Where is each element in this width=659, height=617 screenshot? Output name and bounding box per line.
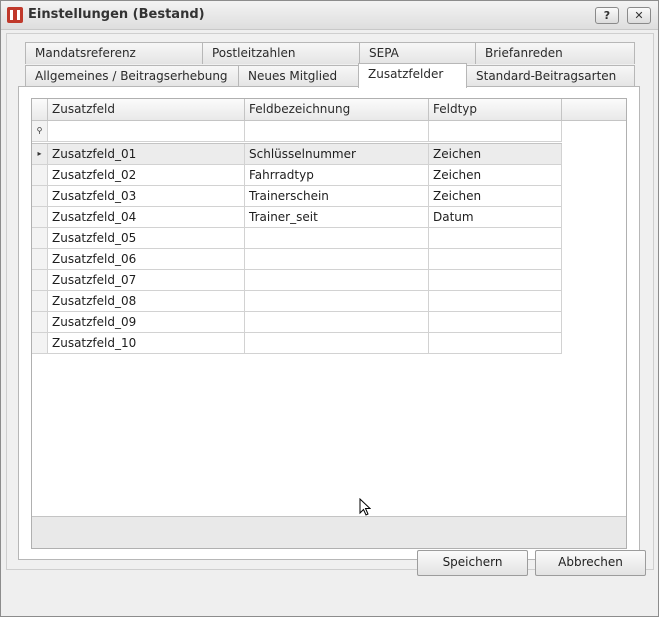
filter-cell-feldtyp[interactable]: [429, 121, 562, 142]
table-row[interactable]: Zusatzfeld_09: [32, 312, 562, 333]
row-indicator[interactable]: [32, 228, 48, 249]
cancel-button[interactable]: Abbrechen: [535, 550, 646, 576]
table-row[interactable]: Zusatzfeld_05: [32, 228, 562, 249]
tab-standard-beitragsarten[interactable]: Standard-Beitragsarten: [466, 65, 635, 87]
row-indicator[interactable]: [32, 291, 48, 312]
cell-feldtyp[interactable]: Datum: [429, 207, 562, 228]
grid-header: Zusatzfeld Feldbezeichnung Feldtyp: [32, 99, 626, 121]
row-indicator[interactable]: [32, 207, 48, 228]
cell-zusatzfeld[interactable]: Zusatzfeld_08: [48, 291, 245, 312]
cell-zusatzfeld[interactable]: Zusatzfeld_05: [48, 228, 245, 249]
header-indicator: [32, 99, 48, 120]
cell-feldtyp[interactable]: [429, 270, 562, 291]
row-indicator[interactable]: [32, 270, 48, 291]
filter-cell-feldbezeichnung[interactable]: [245, 121, 429, 142]
cell-feldbezeichnung[interactable]: [245, 291, 429, 312]
row-indicator[interactable]: [32, 312, 48, 333]
tab-zusatzfelder[interactable]: Zusatzfelder: [358, 63, 467, 88]
cell-zusatzfeld[interactable]: Zusatzfeld_02: [48, 165, 245, 186]
cell-zusatzfeld[interactable]: Zusatzfeld_09: [48, 312, 245, 333]
row-indicator-icon[interactable]: ▸: [32, 144, 48, 165]
zusatzfelder-grid[interactable]: Zusatzfeld Feldbezeichnung Feldtyp ⚲ ▸ Zu…: [31, 98, 627, 549]
filter-cell-zusatzfeld[interactable]: [48, 121, 245, 142]
tab-briefanreden[interactable]: Briefanreden: [475, 42, 635, 64]
window-title: Einstellungen (Bestand): [28, 7, 205, 22]
column-header-feldtyp[interactable]: Feldtyp: [429, 99, 562, 120]
close-button[interactable]: ✕: [627, 7, 651, 24]
column-header-feldbezeichnung[interactable]: Feldbezeichnung: [245, 99, 429, 120]
help-button[interactable]: ?: [595, 7, 619, 24]
settings-window: Einstellungen (Bestand) ? ✕ Mandatsrefer…: [0, 0, 659, 617]
cell-feldbezeichnung[interactable]: Trainer_seit: [245, 207, 429, 228]
cell-feldbezeichnung[interactable]: [245, 249, 429, 270]
tab-neues-mitglied[interactable]: Neues Mitglied: [238, 65, 359, 87]
table-row[interactable]: Zusatzfeld_08: [32, 291, 562, 312]
row-indicator[interactable]: [32, 186, 48, 207]
cell-zusatzfeld[interactable]: Zusatzfeld_03: [48, 186, 245, 207]
tab-sepa[interactable]: SEPA: [359, 42, 476, 64]
save-button[interactable]: Speichern: [417, 550, 528, 576]
filter-row: ⚲: [32, 121, 562, 144]
cell-feldbezeichnung[interactable]: [245, 333, 429, 354]
column-header-zusatzfeld[interactable]: Zusatzfeld: [48, 99, 245, 120]
tab-allgemeines-beitragserhebung[interactable]: Allgemeines / Beitragserhebung: [25, 65, 239, 87]
cell-feldbezeichnung[interactable]: [245, 270, 429, 291]
table-row[interactable]: Zusatzfeld_03 Trainerschein Zeichen: [32, 186, 562, 207]
cell-zusatzfeld[interactable]: Zusatzfeld_06: [48, 249, 245, 270]
table-row[interactable]: Zusatzfeld_02 Fahrradtyp Zeichen: [32, 165, 562, 186]
cell-feldbezeichnung[interactable]: Schlüsselnummer: [245, 144, 429, 165]
zusatzfelder-panel: Zusatzfeld Feldbezeichnung Feldtyp ⚲ ▸ Zu…: [18, 86, 640, 560]
cell-zusatzfeld[interactable]: Zusatzfeld_07: [48, 270, 245, 291]
cell-feldbezeichnung[interactable]: Fahrradtyp: [245, 165, 429, 186]
cell-feldtyp[interactable]: [429, 228, 562, 249]
tab-mandatsreferenz[interactable]: Mandatsreferenz: [25, 42, 203, 64]
title-bar: Einstellungen (Bestand) ? ✕: [1, 1, 658, 30]
cell-feldtyp[interactable]: Zeichen: [429, 186, 562, 207]
row-indicator[interactable]: [32, 333, 48, 354]
cell-feldtyp[interactable]: [429, 291, 562, 312]
cell-feldtyp[interactable]: [429, 249, 562, 270]
cell-feldbezeichnung[interactable]: [245, 228, 429, 249]
pin-icon: ⚲: [32, 121, 48, 142]
cell-feldbezeichnung[interactable]: Trainerschein: [245, 186, 429, 207]
tab-postleitzahlen[interactable]: Postleitzahlen: [202, 42, 360, 64]
cell-zusatzfeld[interactable]: Zusatzfeld_01: [48, 144, 245, 165]
mouse-cursor-icon: [359, 498, 371, 516]
table-row[interactable]: Zusatzfeld_07: [32, 270, 562, 291]
dialog-content: Mandatsreferenz Postleitzahlen SEPA Brie…: [6, 33, 654, 570]
cell-zusatzfeld[interactable]: Zusatzfeld_10: [48, 333, 245, 354]
cell-feldtyp[interactable]: Zeichen: [429, 144, 562, 165]
grid-footer: [32, 516, 626, 548]
row-indicator[interactable]: [32, 249, 48, 270]
cell-zusatzfeld[interactable]: Zusatzfeld_04: [48, 207, 245, 228]
table-row[interactable]: Zusatzfeld_06: [32, 249, 562, 270]
table-row[interactable]: ▸ Zusatzfeld_01 Schlüsselnummer Zeichen: [32, 144, 562, 165]
app-logo-icon: [7, 7, 23, 23]
table-row[interactable]: Zusatzfeld_04 Trainer_seit Datum: [32, 207, 562, 228]
table-row[interactable]: Zusatzfeld_10: [32, 333, 562, 354]
row-indicator[interactable]: [32, 165, 48, 186]
cell-feldtyp[interactable]: [429, 312, 562, 333]
cell-feldtyp[interactable]: Zeichen: [429, 165, 562, 186]
cell-feldbezeichnung[interactable]: [245, 312, 429, 333]
cell-feldtyp[interactable]: [429, 333, 562, 354]
